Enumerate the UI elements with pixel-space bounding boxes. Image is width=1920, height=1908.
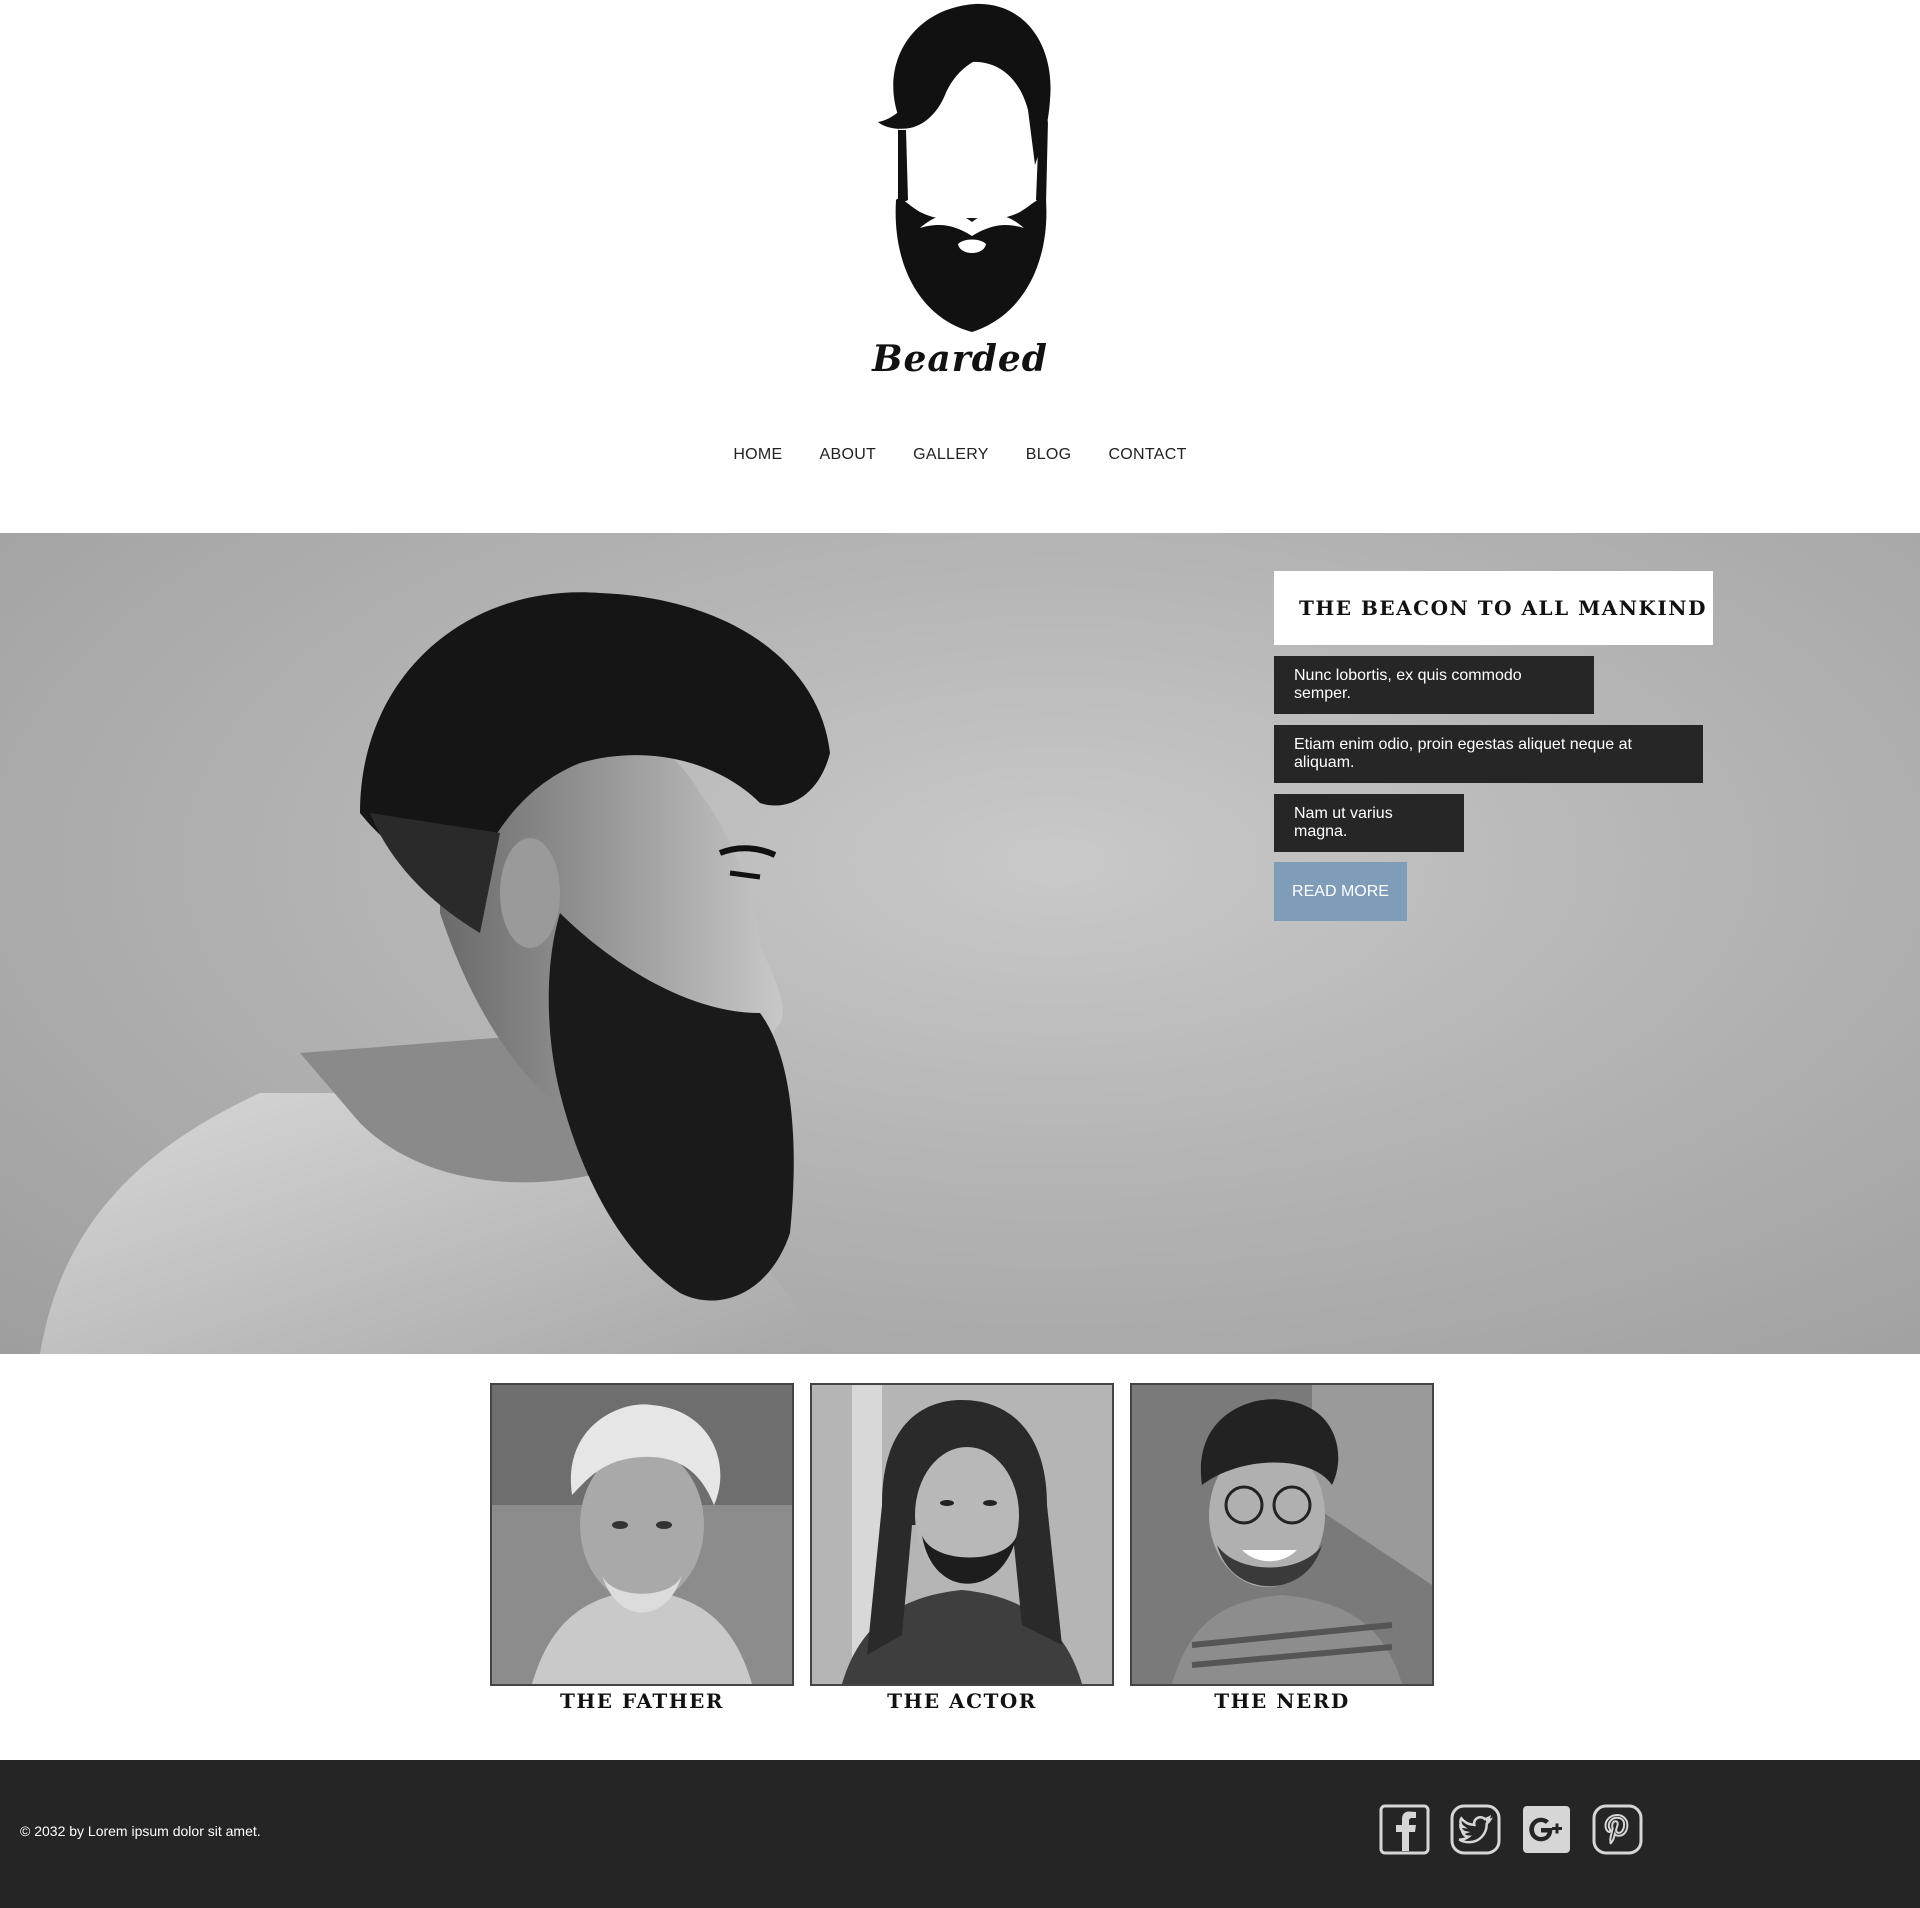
portrait-frame [810, 1383, 1114, 1686]
copyright-text: © 2032 by Lorem ipsum dolor sit amet. [20, 1823, 261, 1839]
hero-title-box: THE BEACON TO ALL MANKIND [1274, 571, 1713, 645]
brand-name: Bearded [872, 338, 1048, 380]
twitter-icon[interactable] [1450, 1804, 1501, 1855]
site-footer: © 2032 by Lorem ipsum dolor sit amet. [0, 1760, 1920, 1908]
portrait-caption-father: THE FATHER [559, 1689, 725, 1713]
portrait-card-nerd[interactable]: THE NERD [1130, 1383, 1434, 1713]
beard-logo-icon [878, 3, 1051, 332]
portrait-caption-actor: THE ACTOR [887, 1689, 1037, 1713]
hero-title: THE BEACON TO ALL MANKIND [1299, 596, 1707, 620]
portraits-section: THE FATHER THE ACTOR THE NERD [490, 1383, 1434, 1713]
actor-portrait-image [812, 1385, 1112, 1684]
portrait-card-actor[interactable]: THE ACTOR [810, 1383, 1114, 1713]
nav-home[interactable]: HOME [733, 446, 782, 464]
portrait-frame [490, 1383, 794, 1686]
facebook-icon[interactable] [1379, 1804, 1430, 1855]
read-more-button[interactable]: READ MORE [1274, 862, 1407, 921]
hero-line-2: Etiam enim odio, proin egestas aliquet n… [1274, 725, 1703, 783]
hero-photo [0, 533, 1000, 1354]
site-header: Bearded HOME ABOUT GALLERY BLOG CONTACT [0, 0, 1920, 533]
nav-contact[interactable]: CONTACT [1108, 446, 1186, 464]
hero-line-1: Nunc lobortis, ex quis commodo semper. [1274, 656, 1594, 714]
hero-section: THE BEACON TO ALL MANKIND Nunc lobortis,… [0, 533, 1920, 1354]
main-nav: HOME ABOUT GALLERY BLOG CONTACT [0, 446, 1920, 464]
father-portrait-image [492, 1385, 792, 1684]
nerd-portrait-image [1132, 1385, 1432, 1684]
social-links [1379, 1804, 1643, 1855]
bearded-man-image [40, 592, 830, 1354]
pinterest-icon[interactable] [1592, 1804, 1643, 1855]
portrait-frame [1130, 1383, 1434, 1686]
hero-line-3: Nam ut varius magna. [1274, 794, 1464, 852]
portrait-card-father[interactable]: THE FATHER [490, 1383, 794, 1713]
portrait-caption-nerd: THE NERD [1214, 1689, 1350, 1713]
nav-blog[interactable]: BLOG [1026, 446, 1072, 464]
nav-about[interactable]: ABOUT [820, 446, 877, 464]
nav-gallery[interactable]: GALLERY [913, 446, 989, 464]
google-plus-icon[interactable] [1521, 1804, 1572, 1855]
